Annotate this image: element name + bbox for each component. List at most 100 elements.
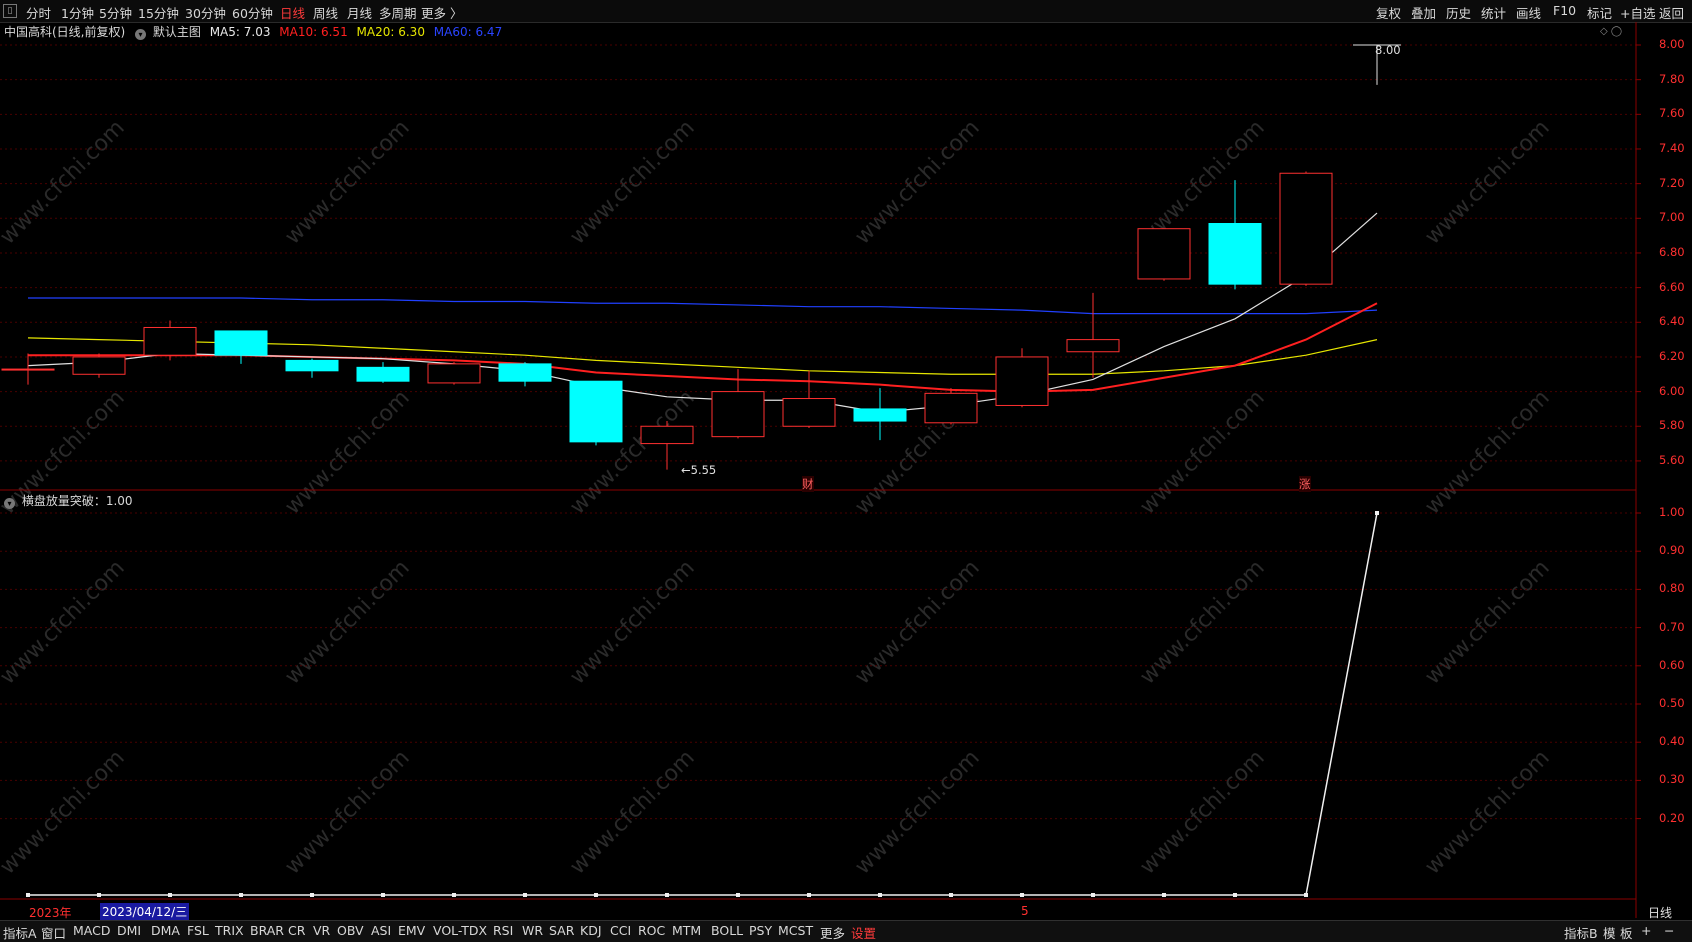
indicator-point: [1233, 893, 1237, 897]
indicator-tab-19[interactable]: ROC: [638, 923, 665, 938]
candle-body: [498, 363, 552, 382]
grid-lines: [0, 44, 1636, 820]
indicator-tab-6[interactable]: TRIX: [215, 923, 244, 938]
indicator-tick-label: 0.40: [1659, 734, 1685, 749]
indicator-tick-label: 0.60: [1659, 657, 1685, 672]
indicator-tab-10[interactable]: OBV: [337, 923, 364, 938]
indicator-point: [949, 893, 953, 897]
indicator-point: [239, 893, 243, 897]
indicator-point: [807, 893, 811, 897]
indicator-point: [1020, 893, 1024, 897]
template-button[interactable]: 模: [1603, 923, 1616, 942]
indicator-tick-label: 0.90: [1659, 543, 1685, 558]
high-price-label: 8.00: [1375, 43, 1401, 57]
candle-body: [427, 363, 481, 384]
indicator-toolbar: 指标A 窗口 MACD DMI DMA FSL TRIX BRAR CR VR OBV ASI EMV V…: [0, 920, 1692, 942]
price-tick-label: 7.40: [1659, 140, 1685, 155]
board-button[interactable]: 板: [1620, 923, 1633, 942]
indicator-tick-label: 0.30: [1659, 772, 1685, 787]
candle-body: [1279, 172, 1333, 285]
low-price-label: ←5.55: [681, 463, 717, 477]
indicator-tab-3[interactable]: DMI: [117, 923, 141, 938]
indicator-tab-2[interactable]: MACD: [73, 923, 110, 938]
indicator-tab-7[interactable]: BRAR: [250, 923, 284, 938]
indicator-point: [452, 893, 456, 897]
indicator-tab-1[interactable]: 窗口: [41, 923, 66, 942]
candles: [1, 44, 1401, 470]
candle-body: [1066, 339, 1120, 353]
indicator-tab-8[interactable]: CR: [288, 923, 305, 938]
cursor-date-label: 2023/04/12/三: [100, 903, 190, 920]
indicator-tab-9[interactable]: VR: [313, 923, 330, 938]
indicator-tick-label: 1.00: [1659, 505, 1685, 519]
indicator-tab-13[interactable]: VOL-TDX: [433, 923, 487, 938]
indicator-tab-21[interactable]: BOLL: [711, 923, 743, 938]
indicator-tick-label: 0.50: [1659, 696, 1685, 710]
indicator-tab-22[interactable]: PSY: [749, 923, 772, 938]
indicator-tab-12[interactable]: EMV: [398, 923, 425, 938]
indicator-point: [310, 893, 314, 897]
indicator-point: [381, 893, 385, 897]
indicator-point: [736, 893, 740, 897]
indicator-point: [1091, 893, 1095, 897]
candle-body: [782, 398, 836, 427]
indicator-point: [1375, 511, 1379, 515]
finance-event-marker[interactable]: 财: [802, 476, 814, 492]
zoom-out-button[interactable]: −: [1664, 923, 1674, 938]
price-tick-label: 6.60: [1659, 279, 1685, 294]
indicator-point: [665, 893, 669, 897]
price-tick-label: 6.40: [1659, 314, 1685, 329]
price-tick-label: 7.60: [1659, 106, 1685, 121]
candle-body: [285, 359, 339, 372]
price-tick-label: 7.80: [1659, 71, 1685, 86]
zoom-in-button[interactable]: +: [1641, 923, 1651, 938]
indicator-tab-16[interactable]: SAR: [549, 923, 574, 938]
candle-body: [1137, 228, 1191, 280]
price-tick-label: 5.80: [1659, 418, 1685, 433]
candle-body: [1, 368, 55, 371]
indicator-point: [168, 893, 172, 897]
price-tick-label: 5.60: [1659, 452, 1685, 467]
price-tick-label: 8.00: [1659, 37, 1685, 51]
indicator-tab-0[interactable]: 指标A: [3, 923, 37, 942]
candle-body: [853, 408, 907, 422]
indicator-tick-label: 0.80: [1659, 581, 1685, 596]
rise-event-marker[interactable]: 涨: [1299, 476, 1311, 492]
axes-frame: [0, 22, 1641, 918]
indicator-tab-4[interactable]: DMA: [151, 923, 180, 938]
price-tick-label: 6.00: [1659, 383, 1685, 398]
candle-body: [924, 392, 978, 424]
candle-body: [214, 330, 268, 356]
indicator-tab-25[interactable]: 设置: [851, 923, 876, 942]
indicator-tab-15[interactable]: WR: [522, 923, 543, 938]
kline-chart[interactable]: [0, 0, 1692, 941]
indicator-tab-18[interactable]: CCI: [610, 923, 631, 938]
period-label: 日线: [1648, 906, 1673, 920]
indicator-tab-11[interactable]: ASI: [371, 923, 391, 938]
indicator-tab-5[interactable]: FSL: [187, 923, 209, 938]
indicator-tab-20[interactable]: MTM: [672, 923, 701, 938]
indicator-point: [523, 893, 527, 897]
price-tick-label: 7.00: [1659, 210, 1685, 225]
candle-body: [711, 391, 765, 438]
candle-body: [143, 326, 197, 356]
indicator-point: [878, 893, 882, 897]
indicator-tick-label: 0.20: [1659, 810, 1685, 825]
indicator-tab-23[interactable]: MCST: [778, 923, 813, 938]
candle-body: [72, 356, 126, 375]
indicator-tab-24[interactable]: 更多: [820, 923, 845, 942]
price-tick-label: 6.20: [1659, 348, 1685, 363]
candle-body: [569, 380, 623, 443]
indicator-point: [1162, 893, 1166, 897]
indicator-tab-14[interactable]: RSI: [493, 923, 513, 938]
indicator-b-button[interactable]: 指标B: [1564, 923, 1598, 942]
indicator-tick-label: 0.70: [1659, 619, 1685, 634]
candle-body: [640, 425, 694, 445]
month-label: 5: [1021, 904, 1029, 918]
indicator-point: [26, 893, 30, 897]
candle-body: [1208, 222, 1262, 285]
indicator-point: [97, 893, 101, 897]
candle-body: [995, 356, 1049, 406]
year-label: 2023年: [29, 906, 72, 920]
indicator-tab-17[interactable]: KDJ: [580, 923, 602, 938]
